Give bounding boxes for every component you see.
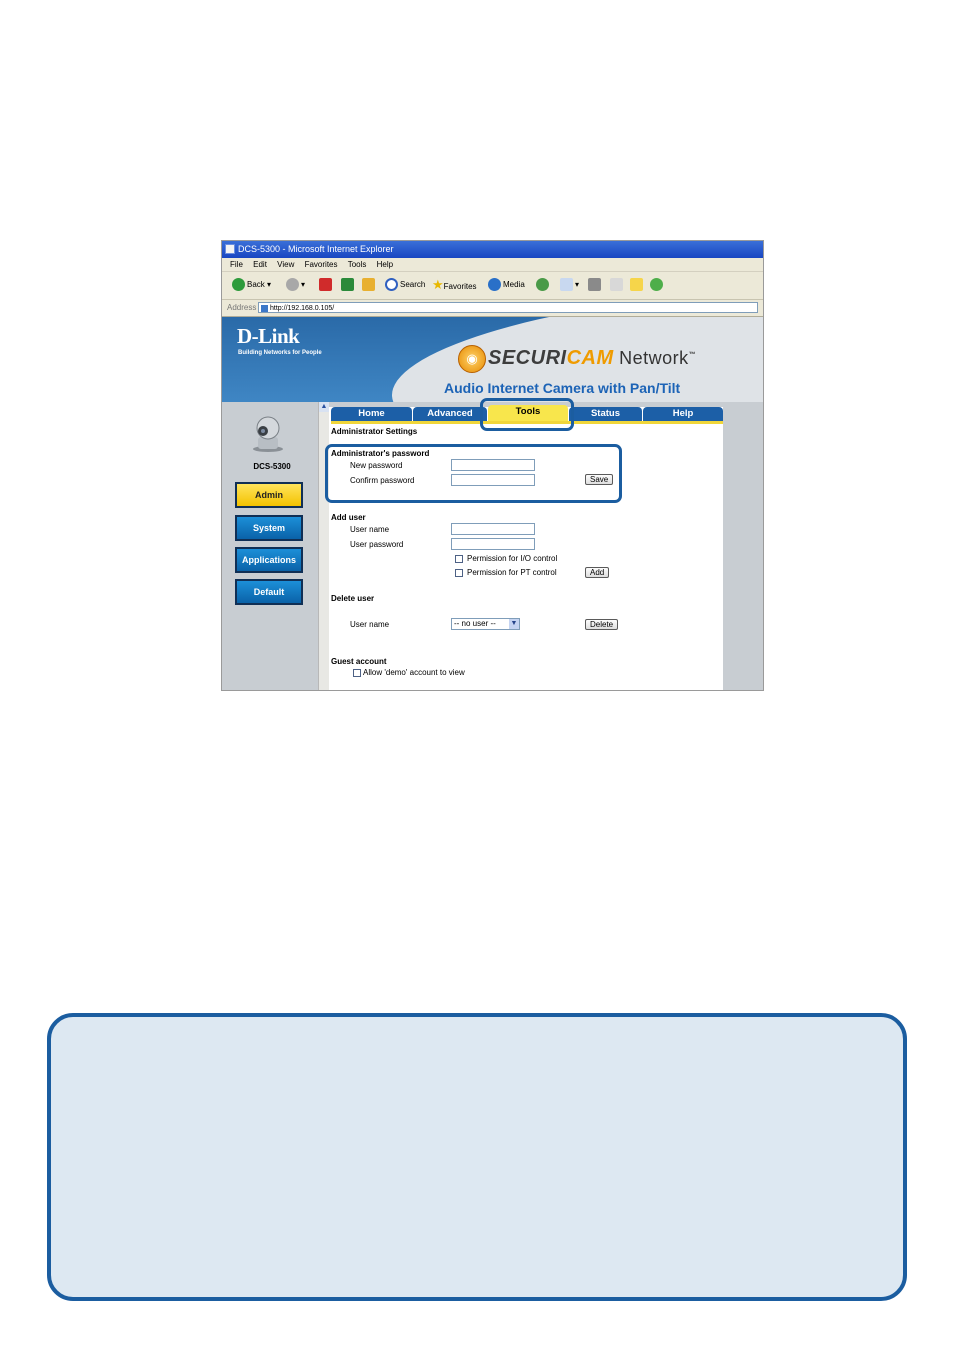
history-button[interactable] bbox=[536, 278, 551, 292]
note-box bbox=[47, 1013, 907, 1301]
tab-home[interactable]: Home bbox=[331, 407, 412, 421]
product-tagline: Audio Internet Camera with Pan/Tilt bbox=[444, 380, 681, 396]
guest-allow-label: Allow 'demo' account to view bbox=[363, 668, 465, 677]
browser-toolbar: Back ▾ ▾ Search ★Favorites Media ▾ bbox=[222, 272, 763, 300]
web-page: D-Link Building Networks for People ◉ SE… bbox=[222, 317, 763, 690]
io-permission-checkbox[interactable] bbox=[455, 555, 463, 563]
camera-icon bbox=[253, 416, 283, 452]
admin-button[interactable]: Admin bbox=[235, 482, 303, 508]
mail-button[interactable]: ▾ bbox=[560, 278, 579, 292]
print-button[interactable] bbox=[588, 278, 603, 292]
search-button[interactable]: Search bbox=[385, 278, 425, 292]
edit-icon bbox=[610, 278, 623, 292]
guest-allow-checkbox[interactable] bbox=[353, 669, 361, 677]
password-section-highlight bbox=[325, 444, 622, 503]
dlink-logo: D-Link bbox=[237, 324, 300, 348]
scroll-up-icon[interactable]: ▲ bbox=[319, 402, 329, 412]
applications-button[interactable]: Applications bbox=[235, 547, 303, 573]
camera-model: DCS-5300 bbox=[253, 462, 291, 471]
delete-user-button[interactable]: Delete bbox=[585, 619, 619, 630]
sidebar: DCS-5300 Admin System Applications Defau… bbox=[222, 402, 318, 690]
favorites-button[interactable]: ★Favorites bbox=[432, 278, 477, 292]
home-button[interactable] bbox=[362, 278, 377, 292]
mail-icon bbox=[560, 278, 573, 292]
io-permission-label: Permission for I/O control bbox=[467, 554, 558, 563]
chevron-down-icon: ▼ bbox=[509, 619, 519, 629]
history-icon bbox=[536, 278, 549, 292]
user-name-field[interactable] bbox=[451, 523, 535, 535]
home-icon bbox=[362, 278, 375, 292]
address-bar: Address http://192.168.0.105/ bbox=[222, 300, 763, 317]
pt-permission-checkbox[interactable] bbox=[455, 569, 463, 577]
default-button[interactable]: Default bbox=[235, 579, 303, 605]
note-icon bbox=[630, 278, 643, 292]
page-title: Administrator Settings bbox=[331, 427, 418, 436]
menu-tools[interactable]: Tools bbox=[348, 260, 367, 269]
add-user-button[interactable]: Add bbox=[585, 567, 610, 578]
edit-button[interactable] bbox=[610, 278, 625, 292]
address-input[interactable]: http://192.168.0.105/ bbox=[258, 302, 758, 313]
menu-edit[interactable]: Edit bbox=[253, 260, 267, 269]
discuss-button[interactable] bbox=[630, 278, 645, 292]
refresh-icon bbox=[341, 278, 354, 292]
menu-favorites[interactable]: Favorites bbox=[305, 260, 338, 269]
add-user-heading: Add user bbox=[331, 513, 366, 522]
media-globe-icon bbox=[488, 278, 501, 292]
window-titlebar: DCS-5300 - Microsoft Internet Explorer bbox=[222, 241, 763, 258]
ie-icon bbox=[225, 244, 235, 254]
page-header: D-Link Building Networks for People ◉ SE… bbox=[222, 317, 763, 402]
lock-icon: ◉ bbox=[458, 345, 486, 373]
menu-bar: File Edit View Favorites Tools Help bbox=[222, 258, 763, 272]
menu-help[interactable]: Help bbox=[377, 260, 393, 269]
messenger-button[interactable] bbox=[650, 278, 665, 292]
address-url: http://192.168.0.105/ bbox=[270, 305, 335, 312]
dlink-tagline: Building Networks for People bbox=[238, 350, 322, 356]
securicam-logo: SECURICAM Network™ bbox=[488, 347, 697, 369]
messenger-icon bbox=[650, 278, 663, 292]
forward-button[interactable]: ▾ bbox=[286, 278, 305, 292]
tab-status[interactable]: Status bbox=[569, 407, 642, 421]
user-name-label: User name bbox=[350, 525, 390, 534]
tab-help[interactable]: Help bbox=[643, 407, 723, 421]
delete-user-heading: Delete user bbox=[331, 594, 375, 603]
stop-icon bbox=[319, 278, 332, 292]
star-icon: ★ bbox=[432, 277, 444, 292]
refresh-button[interactable] bbox=[341, 278, 356, 292]
guest-account-heading: Guest account bbox=[331, 657, 387, 666]
stop-button[interactable] bbox=[319, 278, 334, 292]
forward-arrow-icon bbox=[286, 278, 299, 292]
address-label: Address bbox=[227, 303, 257, 312]
menu-view[interactable]: View bbox=[277, 260, 294, 269]
delete-user-name-label: User name bbox=[350, 620, 390, 629]
pt-permission-label: Permission for PT control bbox=[467, 568, 557, 577]
delete-user-select-value: -- no user -- bbox=[454, 619, 496, 628]
system-button[interactable]: System bbox=[235, 515, 303, 541]
tab-advanced[interactable]: Advanced bbox=[413, 407, 487, 421]
tools-tab-highlight bbox=[480, 398, 574, 431]
printer-icon bbox=[588, 278, 601, 292]
search-icon bbox=[385, 278, 398, 292]
media-button[interactable]: Media bbox=[488, 278, 525, 292]
back-arrow-icon bbox=[232, 278, 245, 292]
menu-file[interactable]: File bbox=[230, 260, 243, 269]
page-icon bbox=[261, 304, 268, 312]
delete-user-select[interactable]: -- no user -- ▼ bbox=[451, 618, 520, 630]
user-password-label: User password bbox=[350, 540, 404, 549]
back-button[interactable]: Back ▾ bbox=[232, 278, 271, 292]
window-title: DCS-5300 - Microsoft Internet Explorer bbox=[238, 244, 394, 254]
user-password-field[interactable] bbox=[451, 538, 535, 550]
